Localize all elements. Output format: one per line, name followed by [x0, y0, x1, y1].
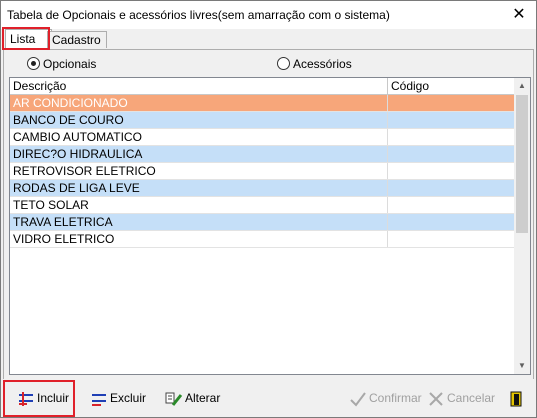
table-row[interactable]: VIDRO ELETRICO — [10, 231, 514, 248]
table-row[interactable]: BANCO DE COURO — [10, 112, 514, 129]
table-row[interactable]: AR CONDICIONADO — [10, 95, 514, 112]
table-row[interactable]: CAMBIO AUTOMATICO — [10, 129, 514, 146]
column-header-descricao[interactable]: Descrição — [10, 78, 388, 94]
excluir-label: Excluir — [110, 391, 147, 405]
cell-codigo — [388, 231, 514, 247]
cell-codigo — [388, 163, 514, 179]
cell-codigo — [388, 95, 514, 111]
items-grid: Descrição Código AR CONDICIONADO BANCO DE… — [9, 77, 531, 375]
cell-descricao: CAMBIO AUTOMATICO — [10, 129, 388, 145]
table-row[interactable]: TRAVA ELETRICA — [10, 214, 514, 231]
cancel-x-icon — [429, 392, 443, 406]
radio-opcionais-label: Opcionais — [43, 57, 97, 71]
incluir-highlight-box — [3, 380, 75, 417]
confirmar-label: Confirmar — [369, 391, 422, 405]
table-row[interactable]: RODAS DE LIGA LEVE — [10, 180, 514, 197]
grid-rows: AR CONDICIONADO BANCO DE COURO CAMBIO AUTO… — [10, 95, 514, 248]
exit-button[interactable] — [507, 387, 527, 409]
alterar-label: Alterar — [185, 391, 221, 405]
radio-checked-icon — [27, 57, 40, 70]
delete-row-icon — [92, 393, 106, 406]
exit-door-icon — [510, 391, 522, 407]
scroll-up-icon[interactable]: ▲ — [514, 78, 530, 94]
cell-descricao: RODAS DE LIGA LEVE — [10, 180, 388, 196]
cell-codigo — [388, 146, 514, 162]
cell-descricao: VIDRO ELETRICO — [10, 231, 388, 247]
cancelar-label: Cancelar — [447, 391, 496, 405]
radio-acessorios[interactable]: Acessórios — [277, 56, 352, 72]
bottom-toolbar: Incluir Excluir Alterar Confirmar Cancel… — [1, 379, 536, 417]
scroll-thumb[interactable] — [516, 95, 528, 233]
checkmark-icon — [350, 392, 366, 407]
cell-descricao: TRAVA ELETRICA — [10, 214, 388, 230]
cell-codigo — [388, 112, 514, 128]
window-title: Tabela de Opcionais e acessórios livres(… — [7, 8, 390, 22]
cell-codigo — [388, 214, 514, 230]
radio-unchecked-icon — [277, 57, 290, 70]
tab-highlight-box — [2, 27, 50, 50]
cell-descricao: AR CONDICIONADO — [10, 95, 388, 111]
cell-descricao: RETROVISOR ELETRICO — [10, 163, 388, 179]
column-header-codigo[interactable]: Código — [388, 78, 517, 94]
table-row[interactable]: RETROVISOR ELETRICO — [10, 163, 514, 180]
cell-codigo — [388, 197, 514, 213]
cell-descricao: BANCO DE COURO — [10, 112, 388, 128]
cell-descricao: DIREC?O HIDRAULICA — [10, 146, 388, 162]
cell-codigo — [388, 129, 514, 145]
cell-descricao: TETO SOLAR — [10, 197, 388, 213]
dialog-window: Tabela de Opcionais e acessórios livres(… — [0, 0, 537, 418]
grid-header: Descrição Código — [10, 78, 514, 95]
close-icon[interactable]: ✕ — [508, 4, 530, 26]
table-row[interactable]: DIREC?O HIDRAULICA — [10, 146, 514, 163]
list-panel: Opcionais Acessórios Descrição Código AR… — [3, 49, 534, 380]
edit-icon — [165, 392, 183, 406]
confirmar-button[interactable]: Confirmar — [349, 387, 422, 409]
tab-cadastro[interactable]: Cadastro — [47, 31, 107, 48]
vertical-scrollbar[interactable]: ▲ ▼ — [514, 78, 530, 374]
cancelar-button[interactable]: Cancelar — [427, 387, 495, 409]
alterar-button[interactable]: Alterar — [165, 387, 220, 409]
table-row[interactable]: TETO SOLAR — [10, 197, 514, 214]
excluir-button[interactable]: Excluir — [90, 387, 146, 409]
radio-acessorios-label: Acessórios — [293, 57, 352, 71]
title-bar: Tabela de Opcionais e acessórios livres(… — [1, 1, 536, 29]
radio-opcionais[interactable]: Opcionais — [27, 56, 96, 72]
cell-codigo — [388, 180, 514, 196]
scroll-down-icon[interactable]: ▼ — [514, 358, 530, 374]
